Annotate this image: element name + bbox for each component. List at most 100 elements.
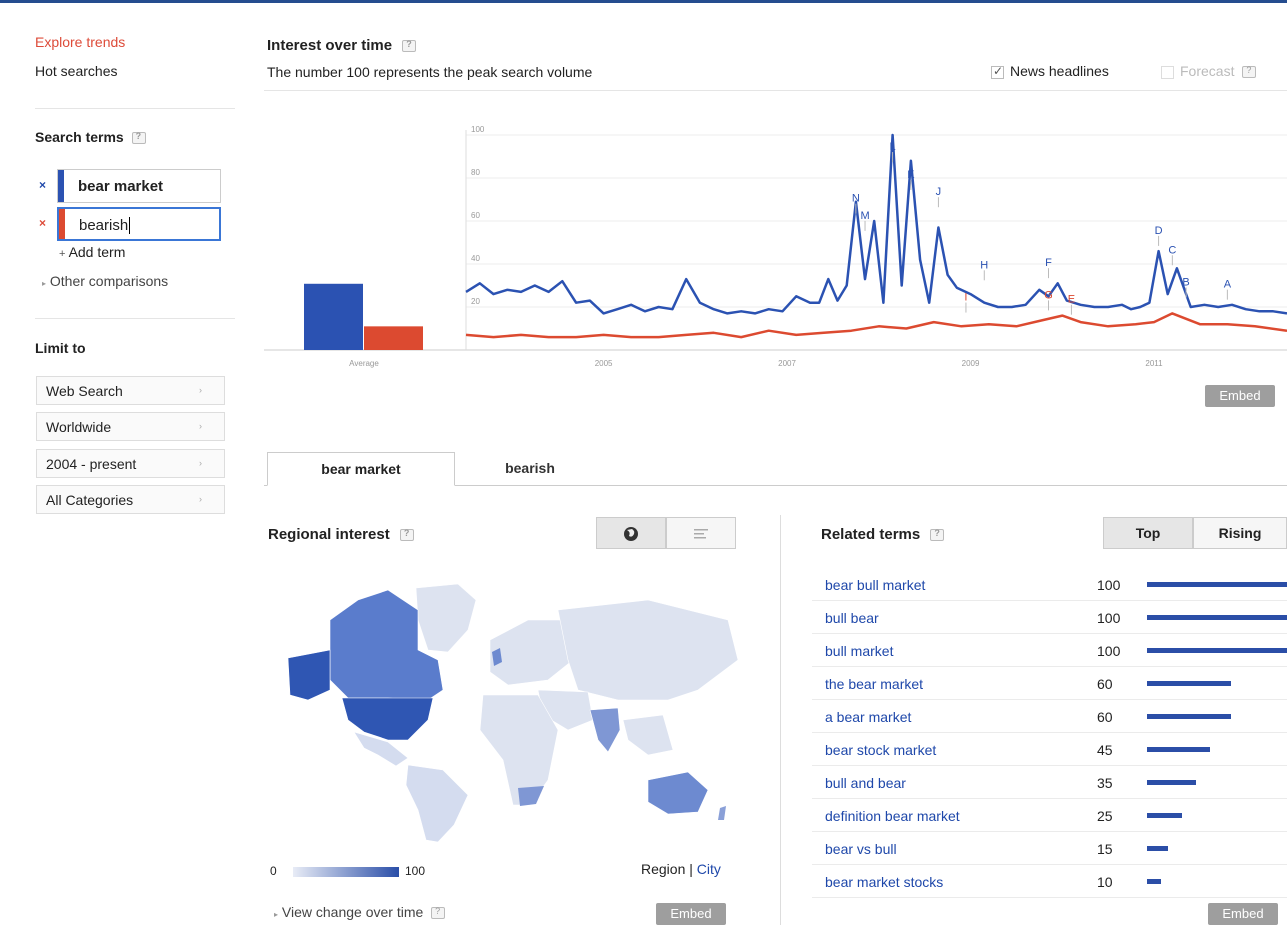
- y-tick-label: 60: [471, 211, 480, 220]
- forecast-label: Forecast: [1180, 63, 1235, 79]
- related-bar: [1147, 615, 1287, 620]
- explore-trends-link[interactable]: Explore trends: [35, 34, 125, 50]
- related-value: 100: [1097, 577, 1121, 593]
- interest-subtitle: The number 100 represents the peak searc…: [267, 64, 593, 80]
- term-input-bear-market[interactable]: bear market: [57, 169, 221, 203]
- embed-button[interactable]: Embed: [1205, 385, 1275, 407]
- limit-worldwide[interactable]: Worldwide ›: [36, 412, 225, 441]
- related-term-link[interactable]: a bear market: [825, 709, 911, 725]
- remove-term-icon[interactable]: ×: [39, 216, 46, 230]
- related-term-link[interactable]: bear vs bull: [825, 841, 897, 857]
- checkbox-checked-icon: [991, 64, 1004, 79]
- related-bar: [1147, 681, 1231, 686]
- help-icon[interactable]: [131, 131, 146, 145]
- related-term-link[interactable]: bull and bear: [825, 775, 906, 791]
- related-value: 25: [1097, 808, 1113, 824]
- annotation-letter: L: [889, 141, 895, 153]
- average-bar: [364, 326, 423, 350]
- tab-bear-market[interactable]: bear market: [267, 452, 455, 486]
- y-tick-label: 80: [471, 168, 480, 177]
- term-text: bear market: [78, 178, 164, 195]
- related-term-link[interactable]: bear stock market: [825, 742, 936, 758]
- y-tick-label: 100: [471, 125, 485, 134]
- average-bar: [304, 283, 363, 350]
- chevron-right-icon: ▸: [42, 279, 47, 288]
- legend-max: 100: [405, 864, 426, 878]
- separator: |: [689, 861, 693, 877]
- limit-date-range[interactable]: 2004 - present ›: [36, 449, 225, 478]
- limit-categories[interactable]: All Categories ›: [36, 485, 225, 514]
- limit-label: 2004 - present: [46, 456, 137, 472]
- interest-title: Interest over time: [267, 37, 393, 54]
- related-term-link[interactable]: bull market: [825, 643, 893, 659]
- series-line-bearish: [465, 312, 1287, 339]
- rising-button[interactable]: Rising: [1193, 517, 1287, 549]
- city-link[interactable]: City: [697, 861, 721, 877]
- hot-searches-link[interactable]: Hot searches: [35, 63, 117, 79]
- embed-button[interactable]: Embed: [1208, 903, 1278, 925]
- limit-web-search[interactable]: Web Search ›: [36, 376, 225, 405]
- term-input-bearish[interactable]: bearish: [57, 207, 221, 241]
- related-row: bear market stocks 10: [812, 865, 1287, 898]
- interest-heading: Interest over time: [267, 37, 417, 54]
- y-tick-label: 20: [471, 297, 480, 306]
- annotation-letter: A: [1224, 279, 1232, 291]
- x-tick-label: 2009: [962, 359, 980, 368]
- news-headlines-toggle[interactable]: News headlines: [991, 63, 1109, 79]
- other-comparisons-toggle[interactable]: ▸ Other comparisons: [42, 273, 168, 289]
- related-bar: [1147, 747, 1210, 752]
- search-terms-heading: Search terms: [35, 129, 146, 145]
- related-term-link[interactable]: bear market stocks: [825, 874, 943, 890]
- x-tick-label: 2005: [595, 359, 613, 368]
- annotation-letter: F: [1045, 257, 1052, 269]
- world-map: [287, 583, 739, 843]
- average-label: Average: [349, 359, 379, 368]
- related-row: the bear market 60: [812, 667, 1287, 700]
- related-row: bear stock market 45: [812, 733, 1287, 766]
- top-button[interactable]: Top: [1103, 517, 1193, 549]
- add-term-button[interactable]: + Add term: [59, 244, 125, 260]
- help-icon[interactable]: [431, 906, 446, 920]
- annotation-letter: B: [1182, 277, 1189, 289]
- help-icon[interactable]: [1242, 65, 1257, 79]
- limit-label: All Categories: [46, 492, 134, 508]
- region-link[interactable]: Region: [641, 861, 685, 877]
- related-bar: [1147, 714, 1231, 719]
- annotation-letter: G: [1044, 289, 1053, 301]
- related-term-link[interactable]: bull bear: [825, 610, 879, 626]
- checkbox-unchecked-icon: [1161, 65, 1174, 79]
- annotation-letter: C: [1168, 244, 1176, 256]
- related-value: 35: [1097, 775, 1113, 791]
- view-change-label: View change over time: [281, 904, 424, 920]
- related-row: bull market 100: [812, 634, 1287, 667]
- view-change-toggle[interactable]: ▸ View change over time: [274, 904, 446, 920]
- related-bar: [1147, 879, 1161, 884]
- help-icon[interactable]: [399, 528, 414, 542]
- related-term-link[interactable]: definition bear market: [825, 808, 960, 824]
- related-term-link[interactable]: bear bull market: [825, 577, 925, 593]
- limit-to-title: Limit to: [35, 340, 86, 356]
- map-view-button[interactable]: [596, 517, 666, 549]
- embed-button[interactable]: Embed: [656, 903, 726, 925]
- chevron-right-icon: ›: [199, 385, 202, 395]
- remove-term-icon[interactable]: ×: [39, 178, 46, 192]
- annotation-letter: E: [1068, 294, 1075, 306]
- annotation-letter: M: [860, 210, 869, 222]
- related-term-link[interactable]: the bear market: [825, 676, 923, 692]
- related-value: 10: [1097, 874, 1113, 890]
- related-bar: [1147, 780, 1196, 785]
- term-text: bearish: [79, 217, 129, 234]
- forecast-toggle[interactable]: Forecast: [1161, 63, 1257, 79]
- term-color-swatch: [59, 209, 65, 239]
- help-icon[interactable]: [930, 528, 945, 542]
- related-row: bull and bear 35: [812, 766, 1287, 799]
- legend-min: 0: [270, 864, 277, 878]
- help-icon[interactable]: [402, 39, 417, 53]
- list-view-button[interactable]: [666, 517, 736, 549]
- annotation-letter: H: [980, 259, 988, 271]
- related-bar: [1147, 582, 1287, 587]
- related-row: bear vs bull 15: [812, 832, 1287, 865]
- limit-label: Web Search: [46, 383, 123, 399]
- annotation-letter: J: [936, 186, 942, 198]
- tab-bearish[interactable]: bearish: [460, 452, 600, 486]
